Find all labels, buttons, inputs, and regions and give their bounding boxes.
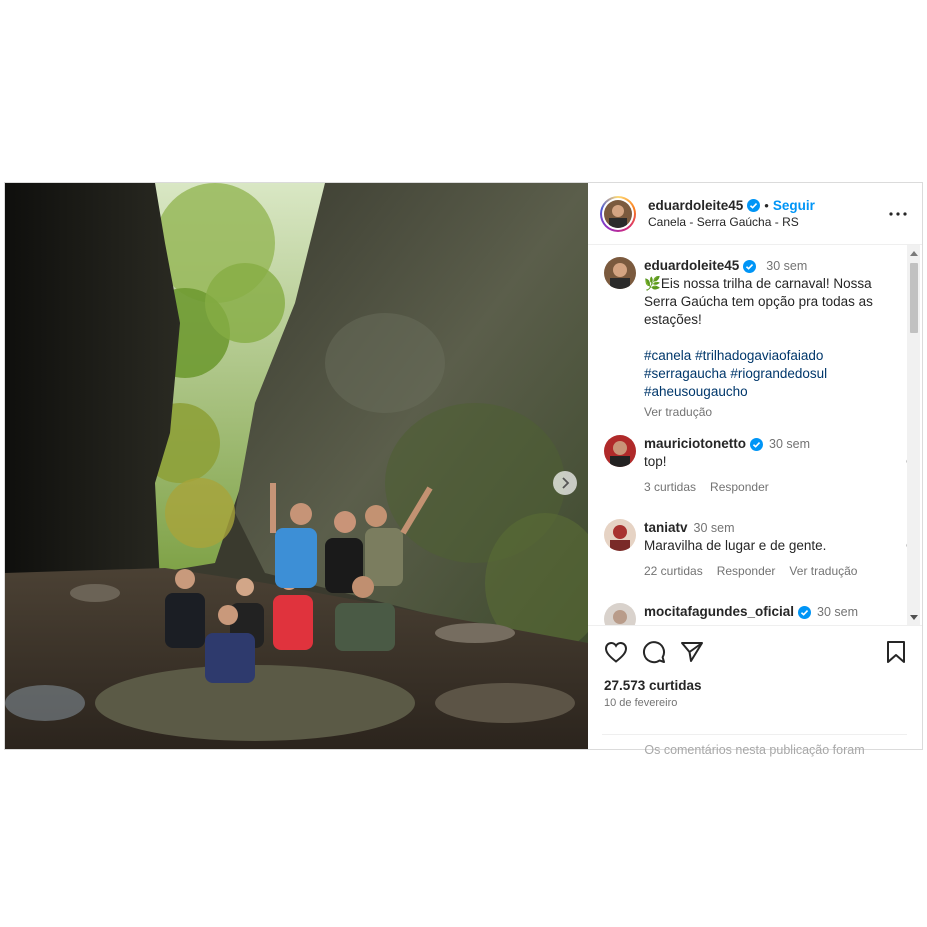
post-photo[interactable] <box>5 183 588 749</box>
comment-item: taniatv 30 sem Maravilha de lugar e de g… <box>604 519 920 580</box>
comment-time[interactable]: 30 sem <box>769 435 810 453</box>
post-location[interactable]: Canela - Serra Gaúcha - RS <box>648 214 886 231</box>
scroll-up-arrow-icon[interactable] <box>910 251 918 256</box>
post-sidebar: eduardoleite45 • Seguir Canela - Serra G… <box>588 183 922 757</box>
carousel-next-button[interactable] <box>553 471 577 495</box>
comment-username[interactable]: mauriciotonetto <box>644 435 746 453</box>
photo-canyon-group <box>5 183 588 749</box>
author-username[interactable]: eduardoleite45 <box>648 197 743 214</box>
comment-likes[interactable]: 22 curtidas <box>644 562 703 580</box>
likes-count[interactable]: 27.573 curtidas <box>588 678 922 693</box>
comments-scrollbar[interactable] <box>907 245 920 625</box>
reply-button[interactable]: Responder <box>717 562 776 580</box>
caption-time[interactable]: 30 sem <box>766 257 807 275</box>
hashtag-link[interactable]: #aheusougaucho <box>644 384 748 399</box>
comment-likes[interactable]: 3 curtidas <box>644 478 696 496</box>
comments-disabled-notice: Os comentários nesta publicação foram <box>602 734 907 757</box>
instagram-post: eduardoleite45 • Seguir Canela - Serra G… <box>4 182 923 757</box>
reply-button[interactable]: Responder <box>710 478 769 496</box>
post-header: eduardoleite45 • Seguir Canela - Serra G… <box>588 183 922 245</box>
more-dots-icon <box>889 211 907 216</box>
comment-username[interactable]: taniatv <box>644 519 688 537</box>
caption-username[interactable]: eduardoleite45 <box>644 257 739 275</box>
hashtag-link[interactable]: #canela <box>644 348 691 363</box>
verified-badge-icon <box>798 605 812 619</box>
send-icon[interactable] <box>680 641 704 663</box>
comment-item: mauriciotonetto 30 sem top! 3 curtidas R… <box>604 435 920 496</box>
more-options-button[interactable] <box>886 202 910 226</box>
comment-time[interactable]: 30 sem <box>817 603 858 621</box>
caption-text: Eis nossa trilha de carnaval! Nossa Serr… <box>644 276 873 327</box>
caption-translate-link[interactable]: Ver tradução <box>644 403 712 421</box>
caption-hashtags: #canela #trilhadogaviaofaiado #serragauc… <box>644 347 894 401</box>
comment-item: mocitafagundes_oficial 30 sem <box>604 603 894 626</box>
chevron-right-icon <box>562 477 570 489</box>
comment-time[interactable]: 30 sem <box>694 519 735 537</box>
header-separator: • <box>764 197 769 213</box>
bookmark-icon[interactable] <box>886 641 906 663</box>
verified-badge-icon <box>750 437 764 451</box>
comments-list[interactable]: eduardoleite45 30 sem 🌿Eis nossa trilha … <box>588 245 922 626</box>
commenter-avatar[interactable] <box>604 435 636 467</box>
action-bar <box>588 626 922 678</box>
hashtag-link[interactable]: #serragaucha <box>644 366 727 381</box>
comment-bubble-icon[interactable] <box>642 640 666 664</box>
commenter-avatar[interactable] <box>604 519 636 551</box>
scrollbar-thumb[interactable] <box>910 263 918 333</box>
commenter-avatar[interactable] <box>604 603 636 626</box>
author-avatar-ring[interactable] <box>600 195 636 232</box>
comment-translate-link[interactable]: Ver tradução <box>789 562 857 580</box>
verified-badge-icon <box>747 198 761 212</box>
caption-avatar[interactable] <box>604 257 636 289</box>
follow-button[interactable]: Seguir <box>773 197 815 214</box>
comment-username[interactable]: mocitafagundes_oficial <box>644 603 794 621</box>
post-date[interactable]: 10 de fevereiro <box>588 693 922 709</box>
comment-text: top! <box>644 454 667 469</box>
leaf-emoji: 🌿 <box>644 276 661 291</box>
verified-badge-icon <box>743 259 757 273</box>
author-avatar <box>604 199 632 228</box>
heart-icon[interactable] <box>604 641 628 663</box>
comment-text: Maravilha de lugar e de gente. <box>644 538 827 553</box>
hashtag-link[interactable]: #riograndedosul <box>730 366 827 381</box>
hashtag-link[interactable]: #trilhadogaviaofaiado <box>695 348 823 363</box>
scroll-down-arrow-icon[interactable] <box>910 615 918 620</box>
caption: eduardoleite45 30 sem 🌿Eis nossa trilha … <box>604 257 894 421</box>
